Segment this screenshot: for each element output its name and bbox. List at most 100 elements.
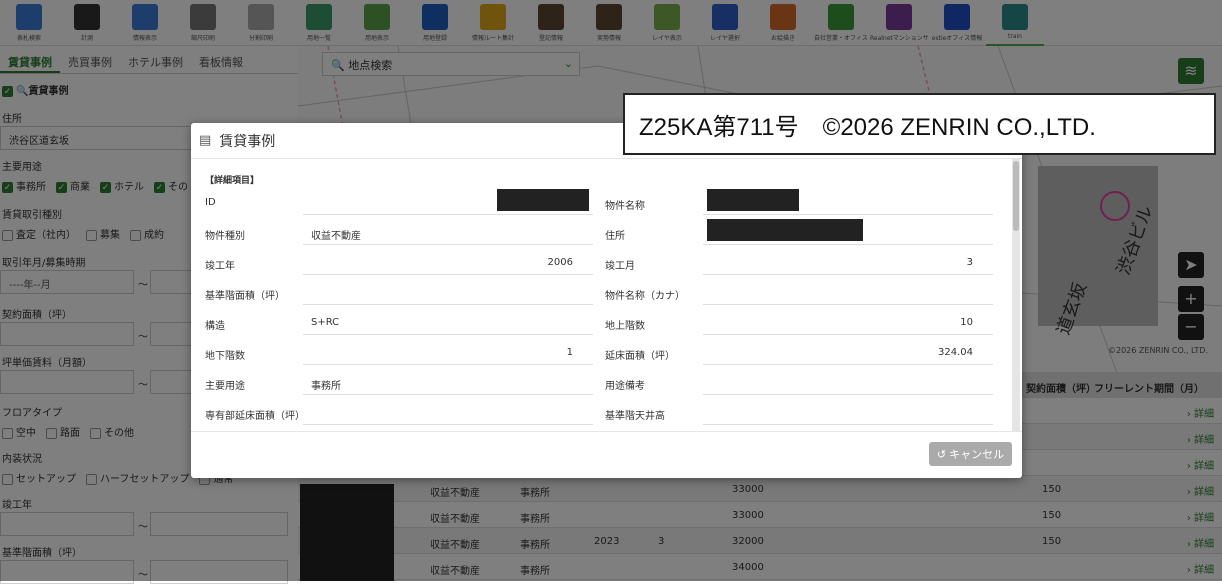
toolbar-button[interactable]: 用地一覧 [290,0,348,46]
checkbox[interactable] [90,427,101,439]
toolbar-button[interactable]: train [986,0,1044,46]
layers-icon[interactable]: ≋ [1178,58,1204,84]
base-area-from-input[interactable] [0,560,134,584]
field-row: 物件名称（カナ） [191,281,1022,311]
checkbox[interactable] [2,427,13,439]
checkbox-option[interactable]: 査定（社内） [2,229,76,241]
toolbar-label: 自社営業・オフィス [814,35,868,42]
checkbox[interactable]: ✓ [56,181,67,193]
use-checkboxes: ✓ 事務所 ✓ 商業 ✓ ホテル ✓ その [2,178,198,193]
chevron-right-icon: › [1186,539,1194,550]
toolbar-button[interactable]: お絵描き [754,0,812,46]
detail-label: 詳細 [1194,487,1214,498]
map-search-input[interactable]: 🔍 地点検索 ⌄ [322,52,580,76]
zoom-out-button[interactable]: − [1178,314,1204,340]
base-area-to-input[interactable] [150,560,288,584]
toolbar-button[interactable]: 縮尺印刷 [174,0,232,46]
checkbox[interactable]: ✓ [100,181,111,193]
locate-icon[interactable]: ➤ [1178,252,1204,278]
toolbar-button[interactable]: 情報ルート集計 [464,0,522,46]
detail-link[interactable]: › 詳細 [1187,561,1214,576]
toolbar: 表札検索 計測 情報表示 縮尺印刷 分割印刷 用地一覧 用地表示 用地登録 情報ルート集計 登記情… [0,0,1222,46]
toolbar-button[interactable]: 表札検索 [0,0,58,46]
tilde: ～ [138,380,148,391]
table-row[interactable]: 収益不動産 事務所 33000 150 › 詳細 [298,502,1222,528]
checkbox-label: 事務所 [16,182,46,193]
checkbox[interactable] [2,229,13,241]
area-from-input[interactable] [0,322,134,346]
toolbar-button[interactable]: 用地表示 [348,0,406,46]
toolbar-button[interactable]: 登記情報 [522,0,580,46]
chevron-down-icon[interactable]: ⌄ [564,57,573,70]
checkbox-option[interactable]: その他 [90,427,134,439]
toolbar-button[interactable]: 実勢情報 [580,0,638,46]
toolbar-button[interactable]: 計測 [58,0,116,46]
toolbar-button[interactable]: 用地登録 [406,0,464,46]
cell-use: 事務所 [520,488,550,499]
table-row[interactable]: 収益不動産 事務所 33000 150 › 詳細 [298,476,1222,502]
tab[interactable]: 看板情報 [191,46,251,73]
table-row[interactable]: 収益不動産 事務所 34000 › 詳細 [298,554,1222,580]
tilde: ～ [138,522,148,533]
checkbox-option[interactable]: 募集 [86,229,120,241]
ledger-icon [538,4,564,30]
chevron-right-icon: › [1186,409,1194,420]
filter-header: ✓ 🔍賃貸事例 [2,82,68,97]
tab[interactable]: 賃貸事例 [0,46,60,73]
toolbar-button[interactable]: Realnetマンションサマリ [870,0,928,46]
detail-link[interactable]: › 詳細 [1187,483,1214,498]
table-row[interactable]: 収益不動産 事務所 2023 3 32000 150 › 詳細 [298,528,1222,554]
checkbox[interactable] [2,473,13,485]
checkbox-option[interactable]: 成約 [130,229,164,241]
cell-area: 150 [1042,536,1062,547]
checkbox-option[interactable]: ✓ 事務所 [2,181,46,193]
zoom-in-button[interactable]: + [1178,286,1204,312]
grid-print-icon [248,4,274,30]
floor-checkboxes: 空中 路面 その他 [2,424,144,439]
checkbox-label: 査定（社内） [16,230,76,241]
field-value [703,283,993,305]
checkbox-option[interactable]: 路面 [46,427,80,439]
checkbox[interactable] [130,229,141,241]
checkbox[interactable]: ✓ [154,181,165,193]
built-from-input[interactable] [0,512,134,536]
cell-use: 事務所 [520,514,550,525]
cancel-button[interactable]: ↺ キャンセル [929,442,1012,466]
detail-link[interactable]: › 詳細 [1187,431,1214,446]
checkbox[interactable] [46,427,57,439]
tab[interactable]: 売買事例 [60,46,120,73]
toolbar-button[interactable]: レイヤ選択 [696,0,754,46]
modal-body[interactable]: 【詳細項目】 ID 物件名称 物件種別 収益不動産 住所 竣工年 2006 竣工月 3 基準階面積… [191,159,1022,431]
detail-link[interactable]: › 詳細 [1187,509,1214,524]
detail-link[interactable]: › 詳細 [1187,535,1214,550]
info-hand-icon [132,4,158,30]
checkbox-label: その他 [104,428,134,439]
toolbar-button[interactable]: レイヤ表示 [638,0,696,46]
section-title: 【詳細項目】 [205,176,260,186]
toolbar-button[interactable]: 自社営業・オフィス [812,0,870,46]
detail-link[interactable]: › 詳細 [1187,457,1214,472]
checkbox-option[interactable]: ✓ その [154,181,188,193]
checkbox[interactable] [86,473,97,485]
checkbox-option[interactable]: ✓ 商業 [56,181,90,193]
period-from-input[interactable]: ----年--月 [0,270,134,294]
field-value: 3 [703,253,993,275]
checkbox[interactable] [86,229,97,241]
toolbar-button[interactable]: 分割印刷 [232,0,290,46]
tab[interactable]: ホテル事例 [120,46,191,73]
field-label: 物件名称（カナ） [605,291,685,302]
field-row: 用途備考 [191,371,1022,401]
detail-link[interactable]: › 詳細 [1187,405,1214,420]
checkbox-icon[interactable]: ✓ [2,85,13,97]
checkbox[interactable]: ✓ [2,181,13,193]
unit-from-input[interactable] [0,370,134,394]
checkbox-option[interactable]: ハーフセットアップ [86,473,189,485]
toolbar-button[interactable]: 情報表示 [116,0,174,46]
chevron-right-icon: › [1186,565,1194,576]
checkbox-option[interactable]: 空中 [2,427,36,439]
checkbox-option[interactable]: セットアップ [2,473,76,485]
address-label: 住所 [2,114,22,125]
checkbox-option[interactable]: ✓ ホテル [100,181,144,193]
toolbar-button[interactable]: estieオフィス情報 [928,0,986,46]
built-to-input[interactable] [150,512,288,536]
